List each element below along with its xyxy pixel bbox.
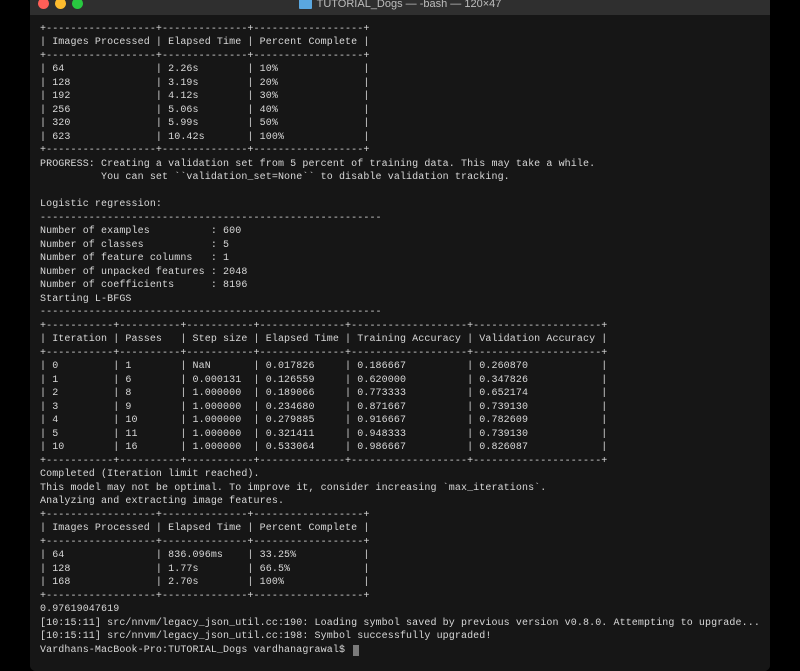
terminal-output[interactable]: +------------------+--------------+-----…	[30, 15, 770, 671]
table3-row: | 128 | 1.77s | 66.5% |	[40, 564, 369, 575]
table2-row: | 5 | 11 | 1.000000 | 0.321411 | 0.94833…	[40, 429, 607, 440]
logistic-header: Logistic regression:	[40, 199, 162, 210]
cursor-icon[interactable]	[353, 645, 359, 656]
logistic-dashes: ----------------------------------------…	[40, 213, 382, 224]
tail-line: [10:15:11] src/nnvm/legacy_json_util.cc:…	[40, 618, 760, 629]
table1-header: | Images Processed | Elapsed Time | Perc…	[40, 37, 369, 48]
window-title-text: TUTORIAL_Dogs — -bash — 120×47	[317, 0, 502, 10]
minimize-icon[interactable]	[55, 0, 66, 9]
stats-line: Number of classes : 5	[40, 240, 229, 251]
table3-row: | 168 | 2.70s | 100% |	[40, 577, 369, 588]
tail-line: 0.97619047619	[40, 604, 119, 615]
progress-line: You can set ``validation_set=None`` to d…	[40, 172, 510, 183]
table2-row: | 10 | 16 | 1.000000 | 0.533064 | 0.9866…	[40, 442, 607, 453]
table2-border-bot: +-----------+----------+-----------+----…	[40, 456, 607, 467]
stats-line: Number of examples : 600	[40, 226, 241, 237]
table3-border-bot: +------------------+--------------+-----…	[40, 591, 369, 602]
table3-border-top: +------------------+--------------+-----…	[40, 510, 369, 521]
progress-line: PROGRESS: Creating a validation set from…	[40, 159, 595, 170]
tail-line: [10:15:11] src/nnvm/legacy_json_util.cc:…	[40, 631, 491, 642]
stats-dashes: ----------------------------------------…	[40, 307, 382, 318]
completed-line: Completed (Iteration limit reached).	[40, 469, 260, 480]
table1-row: | 320 | 5.99s | 50% |	[40, 118, 369, 129]
stats-line: Number of unpacked features : 2048	[40, 267, 247, 278]
table3-header: | Images Processed | Elapsed Time | Perc…	[40, 523, 369, 534]
completed-line: Analyzing and extracting image features.	[40, 496, 284, 507]
table2-row: | 4 | 10 | 1.000000 | 0.279885 | 0.91666…	[40, 415, 607, 426]
table1-row: | 64 | 2.26s | 10% |	[40, 64, 369, 75]
table2-row: | 0 | 1 | NaN | 0.017826 | 0.186667 | 0.…	[40, 361, 607, 372]
table1-border-bot: +------------------+--------------+-----…	[40, 145, 369, 156]
table1-border-top: +------------------+--------------+-----…	[40, 24, 369, 35]
table1-row: | 256 | 5.06s | 40% |	[40, 105, 369, 116]
close-icon[interactable]	[38, 0, 49, 9]
table3-row: | 64 | 836.096ms | 33.25% |	[40, 550, 369, 561]
folder-icon	[299, 0, 312, 9]
table3-sep: +------------------+--------------+-----…	[40, 537, 369, 548]
table1-sep: +------------------+--------------+-----…	[40, 51, 369, 62]
completed-line: This model may not be optimal. To improv…	[40, 483, 546, 494]
traffic-lights	[38, 0, 83, 9]
terminal-window: TUTORIAL_Dogs — -bash — 120×47 +--------…	[30, 0, 770, 671]
titlebar[interactable]: TUTORIAL_Dogs — -bash — 120×47	[30, 0, 770, 15]
table2-row: | 2 | 8 | 1.000000 | 0.189066 | 0.773333…	[40, 388, 607, 399]
table1-row: | 192 | 4.12s | 30% |	[40, 91, 369, 102]
stats-line: Number of feature columns : 1	[40, 253, 229, 264]
table1-row: | 623 | 10.42s | 100% |	[40, 132, 369, 143]
stats-line: Number of coefficients : 8196	[40, 280, 247, 291]
table1-row: | 128 | 3.19s | 20% |	[40, 78, 369, 89]
table2-header: | Iteration | Passes | Step size | Elaps…	[40, 334, 607, 345]
prompt: Vardhans-MacBook-Pro:TUTORIAL_Dogs vardh…	[40, 645, 351, 656]
table2-border-top: +-----------+----------+-----------+----…	[40, 321, 607, 332]
table2-row: | 1 | 6 | 0.000131 | 0.126559 | 0.620000…	[40, 375, 607, 386]
table2-sep: +-----------+----------+-----------+----…	[40, 348, 607, 359]
stats-line: Starting L-BFGS	[40, 294, 132, 305]
window-title: TUTORIAL_Dogs — -bash — 120×47	[30, 0, 770, 10]
table2-row: | 3 | 9 | 1.000000 | 0.234680 | 0.871667…	[40, 402, 607, 413]
maximize-icon[interactable]	[72, 0, 83, 9]
